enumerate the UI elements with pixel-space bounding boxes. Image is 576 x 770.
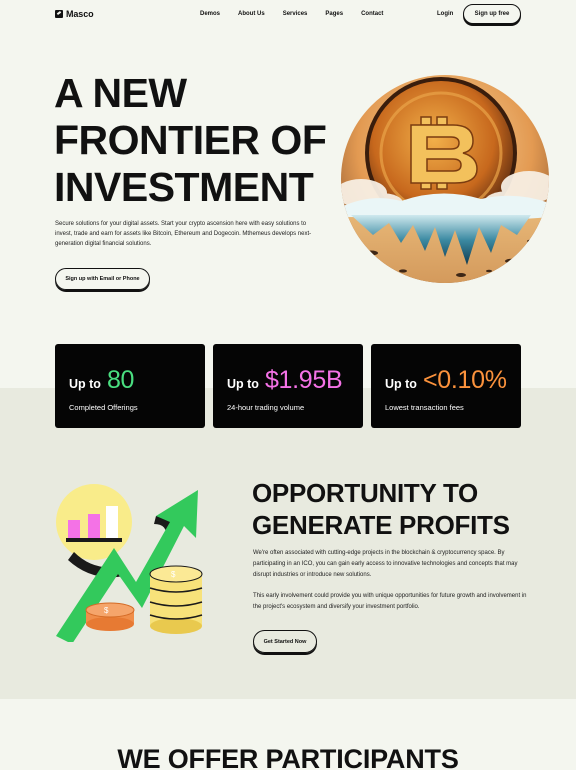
opportunity-title-line: GENERATE PROFITS: [252, 510, 510, 540]
participants-section-title: WE OFFER PARTICIPANTS: [117, 744, 459, 770]
hero-title-line: INVESTMENT: [54, 164, 314, 210]
brand-logo[interactable]: Masco: [55, 9, 94, 19]
nav-links: Demos About Us Services Pages Contact: [200, 11, 383, 17]
stat-value: <0.10%: [422, 366, 507, 394]
growth-chart-coins-illustration: $ $: [48, 482, 208, 644]
opportunity-paragraph-2: This early involvement could provide you…: [253, 593, 527, 610]
nav-link-demos[interactable]: Demos: [200, 11, 220, 17]
stat-prefix: Up to: [227, 377, 259, 391]
get-started-button[interactable]: Get Started Now: [253, 630, 317, 653]
stat-card-fees: Up to <0.10% Lowest transaction fees: [371, 344, 521, 428]
opportunity-title: OPPORTUNITY TO GENERATE PROFITS: [252, 477, 552, 541]
stat-card-volume: Up to $1.95B 24-hour trading volume: [213, 344, 363, 428]
stat-value: 80: [106, 366, 135, 394]
nav-link-about-us[interactable]: About Us: [238, 11, 265, 17]
stat-label: Completed Offerings: [69, 403, 138, 412]
stat-row: Up to $1.95B: [227, 366, 343, 395]
stat-row: Up to <0.10%: [385, 366, 507, 395]
hero-title-line: A NEW: [54, 70, 187, 116]
hero-description: Secure solutions for your digital assets…: [55, 221, 312, 247]
stat-value: $1.95B: [264, 366, 343, 394]
hero-title: A NEW FRONTIER OF INVESTMENT: [54, 70, 354, 211]
logo-icon: [55, 10, 63, 18]
opportunity-title-line: OPPORTUNITY TO: [252, 478, 478, 508]
bitcoin-illustration: [341, 75, 549, 283]
nav-link-services[interactable]: Services: [283, 11, 308, 17]
signup-button[interactable]: Sign up free: [463, 4, 521, 24]
stat-prefix: Up to: [385, 377, 417, 391]
stat-label: 24-hour trading volume: [227, 403, 305, 412]
stat-label: Lowest transaction fees: [385, 403, 464, 412]
stat-row: Up to 80: [69, 366, 134, 395]
nav-link-contact[interactable]: Contact: [361, 11, 383, 17]
signup-email-phone-button[interactable]: Sign up with Email or Phone: [55, 268, 150, 290]
nav-link-pages[interactable]: Pages: [325, 11, 343, 17]
hero-title-line: FRONTIER OF: [54, 117, 327, 163]
login-link[interactable]: Login: [437, 11, 453, 17]
brand-name: Masco: [66, 9, 94, 19]
top-nav: Masco Demos About Us Services Pages Cont…: [0, 0, 576, 30]
stat-prefix: Up to: [69, 377, 101, 391]
opportunity-paragraph-1: We're often associated with cutting-edge…: [253, 550, 518, 578]
stat-card-offerings: Up to 80 Completed Offerings: [55, 344, 205, 428]
svg-text:$: $: [104, 606, 109, 615]
svg-text:$: $: [171, 570, 176, 579]
